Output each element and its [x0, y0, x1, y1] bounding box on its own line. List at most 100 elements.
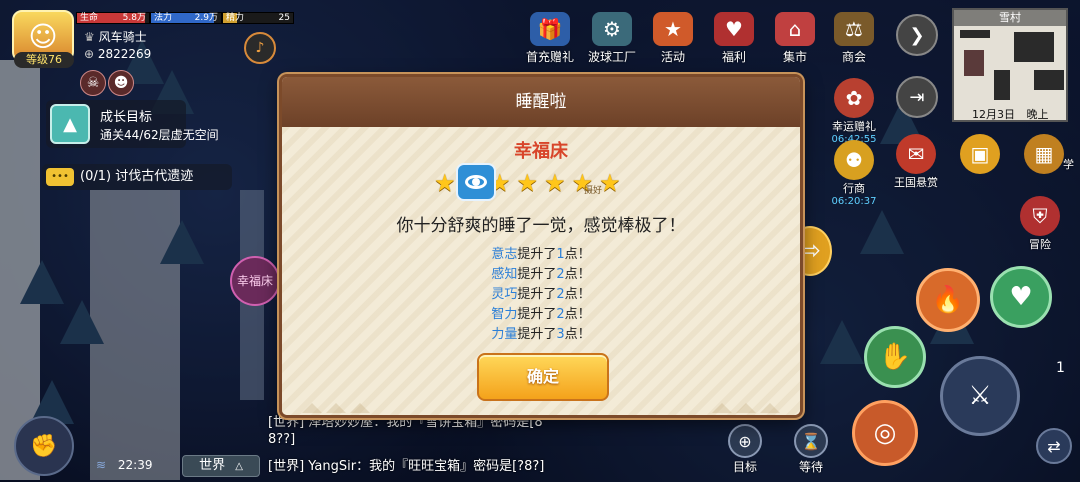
attack-button[interactable]: ⚔ [940, 356, 1020, 436]
claw-skill-button[interactable]: ✋ [864, 326, 926, 388]
sleep-message: 你十分舒爽的睡了一觉，感觉棒极了！ [396, 216, 686, 236]
buff-icon-1[interactable]: ☠ [80, 70, 106, 96]
quest-dots-icon: ••• [46, 168, 74, 186]
menu-guild[interactable]: ⚖ 商会 [826, 12, 882, 65]
attribute-unit: 点！ [564, 287, 591, 302]
eye-icon[interactable] [456, 163, 496, 201]
minimap-title: 雪村 [954, 10, 1066, 26]
chat-channel-label: 世界 [199, 458, 226, 473]
decoration [712, 403, 732, 413]
mp-label: 法力 [154, 13, 173, 23]
energy-value: 25 [278, 13, 290, 23]
menu-label: 波球工厂 [587, 50, 636, 64]
attribute-name: 力量 [491, 327, 518, 342]
ancient-ruins-quest[interactable]: ••• (0/1) 讨伐古代遗迹 [42, 164, 232, 190]
menu-label: 活动 [660, 50, 685, 64]
lucky-gift-button[interactable]: ✿ 幸运赠礼 06:42:55 [824, 78, 884, 145]
kingdom-bounty-button[interactable]: ✉ 王国悬赏 [886, 134, 946, 190]
study-label: 学 [1063, 158, 1074, 171]
menu-label: 福利 [721, 50, 746, 64]
interact-button[interactable]: ✊ [14, 416, 74, 476]
player-name-text: 风车骑士 [98, 30, 147, 44]
menu-label: 首充赠礼 [525, 50, 574, 64]
chat-channel-button[interactable]: 世界 △ [182, 455, 260, 477]
merchant-label: 行商 [843, 182, 865, 195]
merchant-button[interactable]: ⚉ 行商 06:20:37 [824, 140, 884, 207]
minimap-date: 12月3日 晚上 [972, 106, 1049, 122]
study-button[interactable]: ▦ 学 [1014, 134, 1074, 174]
skull-icon: ☠ [86, 75, 100, 91]
attribute-amount: 2 [556, 287, 565, 302]
bounty-label: 王国悬赏 [894, 176, 938, 189]
bed-marker[interactable]: 幸福床 [230, 256, 280, 306]
coin-value: 2822269 [97, 47, 152, 61]
hourglass-icon: ⌛ [794, 424, 828, 458]
menu-first-recharge[interactable]: 🎁 首充赠礼 [522, 12, 578, 65]
bounty-icon: ✉ [896, 134, 936, 174]
minimap[interactable]: 雪村 12月3日 晚上 [952, 8, 1068, 122]
ancient-quest-count: (0/1) [80, 169, 112, 184]
music-button[interactable]: ♪ [244, 32, 276, 64]
attribute-name: 灵巧 [491, 287, 518, 302]
star-icon: ★ [434, 169, 456, 197]
factory-icon: ⚙ [592, 12, 632, 46]
chat-line-3: [世界] YangSir：我的『旺旺宝箱』密码是[?8?] [268, 459, 545, 474]
market-icon: ⌂ [775, 12, 815, 46]
sword-icon: ⚔ [968, 381, 992, 411]
confirm-button[interactable]: 确定 [477, 353, 609, 401]
swap-icon: ⇄ [1047, 436, 1061, 456]
growth-goal-icon: ▲ [50, 104, 90, 144]
coin-count: ⊕ 2822269 [84, 47, 151, 61]
menu-welfare[interactable]: ♥ 福利 [706, 12, 762, 65]
skill-counter: 1 [1056, 360, 1065, 376]
wake-up-dialog: 睡醒啦 幸福床 ★ ★ ★ ★ ★ ★ ★ 摄好 你十分舒爽的睡了一觉，感觉棒极… [279, 74, 803, 418]
wait-label: 等待 [798, 460, 823, 474]
menu-ball-factory[interactable]: ⚙ 波球工厂 [584, 12, 640, 65]
growth-goal-title: 成长目标 [100, 110, 153, 125]
target-skill-button[interactable]: ◎ [852, 400, 918, 466]
music-note-icon: ♪ [255, 40, 265, 56]
heal-skill-button[interactable]: ♥ [990, 266, 1052, 328]
attribute-verb: 提升了 [517, 327, 557, 342]
decoration [350, 403, 370, 413]
target-button[interactable]: ⊕ 目标 [722, 424, 768, 475]
menu-market[interactable]: ⌂ 集市 [767, 12, 823, 65]
growth-goal-panel[interactable]: ▲ 成长目标 通关44/62层虚无空间 [46, 100, 219, 148]
hp-label: 生命 [80, 13, 99, 23]
backpack-button[interactable]: ▣ [950, 134, 1010, 174]
gift-icon: 🎁 [530, 12, 570, 46]
handshake-icon: ✊ [30, 433, 58, 459]
attribute-amount: 2 [556, 307, 565, 322]
attribute-name: 智力 [491, 307, 518, 322]
menu-label: 商会 [841, 50, 866, 64]
crown-icon: ♛ [84, 30, 99, 44]
fire-skill-button[interactable]: 🔥 [916, 268, 980, 332]
menu-label: 集市 [782, 50, 807, 64]
heartbeat-icon: ♥ [1009, 282, 1033, 312]
coin-icon: ⊕ [84, 47, 98, 61]
attribute-verb: 提升了 [517, 287, 557, 302]
crosshair-icon: ◎ [873, 418, 897, 448]
attribute-unit: 点！ [564, 247, 591, 262]
wait-button[interactable]: ⌛ 等待 [788, 424, 834, 475]
flame-icon: 🔥 [931, 285, 965, 315]
adventure-button[interactable]: ⛨ 冒险 [1010, 196, 1070, 252]
attribute-row: 意志提升了1点！ [282, 245, 800, 265]
star-icon: ★ [516, 169, 539, 197]
merchant-icon: ⚉ [834, 140, 874, 180]
energy-bar: 精力 25 [222, 12, 294, 24]
attribute-name: 感知 [491, 267, 518, 282]
expand-menu-button[interactable]: ❯ [896, 14, 938, 56]
menu-event[interactable]: ★ 活动 [645, 12, 701, 65]
time-of-day: 晚上 [1026, 108, 1049, 121]
decoration [326, 403, 346, 413]
exit-button[interactable]: ⇥ [896, 76, 938, 118]
attribute-unit: 点！ [564, 327, 591, 342]
chevron-right-icon: ❯ [909, 24, 925, 46]
swap-button[interactable]: ⇄ [1036, 428, 1072, 464]
backpack-icon: ▣ [960, 134, 1000, 174]
clock: 22:39 [117, 458, 153, 472]
attribute-unit: 点！ [564, 307, 591, 322]
buff-icon-2[interactable]: ☻ [108, 70, 134, 96]
mp-value: 2.9万 [194, 13, 218, 23]
